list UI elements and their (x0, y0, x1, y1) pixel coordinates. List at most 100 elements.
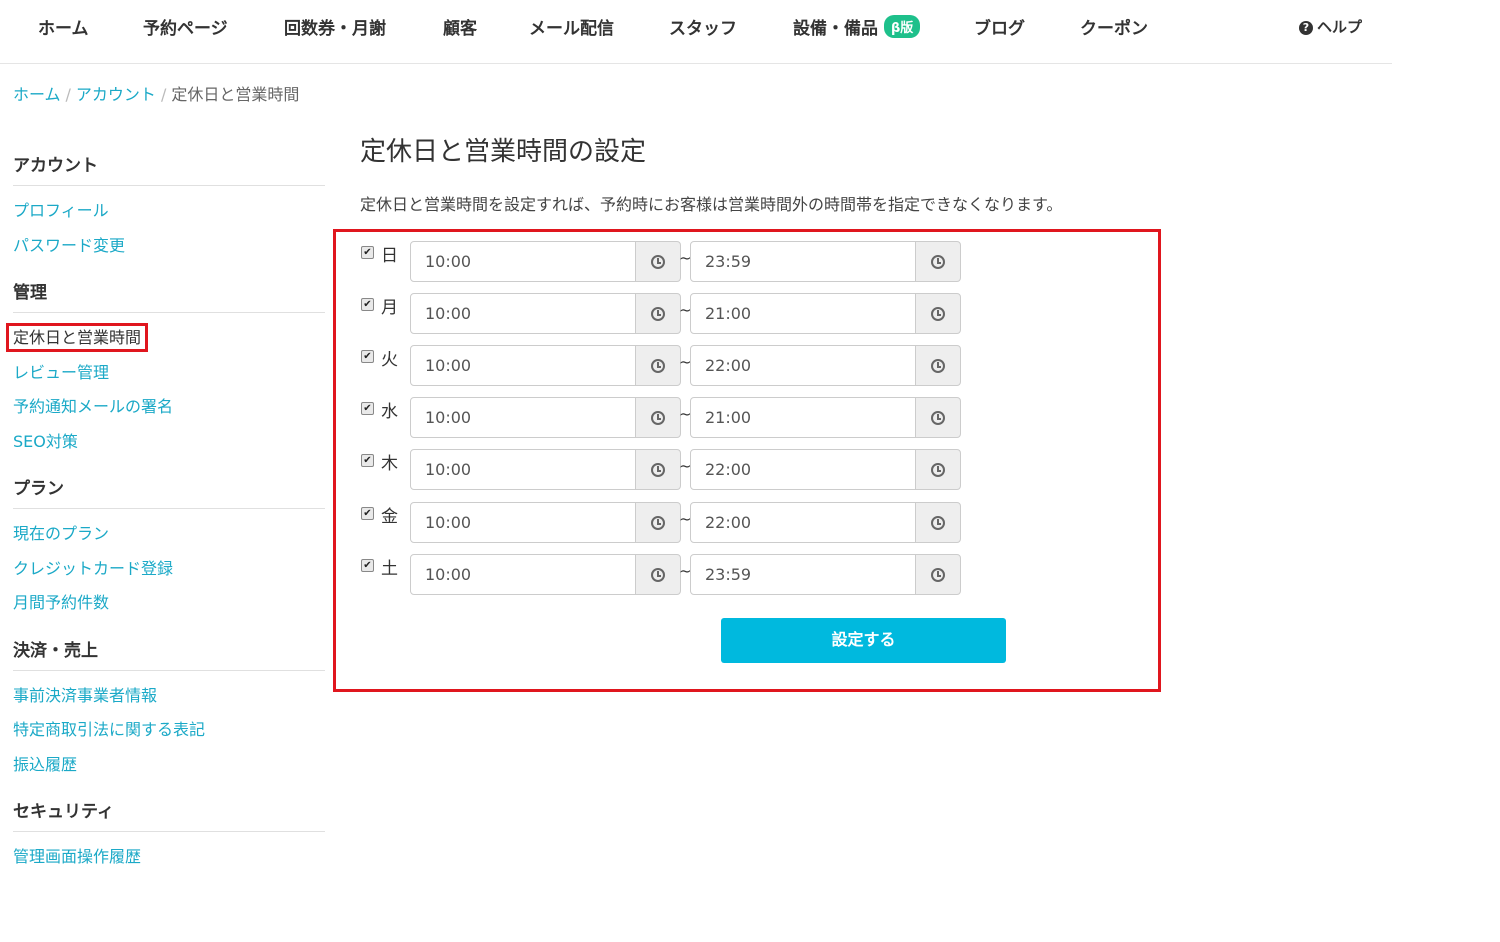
sidebar-item-operation-log[interactable]: 管理画面操作履歴 (13, 840, 325, 875)
start-time-input[interactable]: 10:00 (410, 345, 636, 386)
end-time-input[interactable]: 23:59 (690, 241, 916, 282)
help-link[interactable]: ? ヘルプ (1299, 16, 1362, 37)
sidebar-item-mail-signature[interactable]: 予約通知メールの署名 (13, 390, 325, 425)
day-checkbox[interactable]: ✔ (361, 402, 374, 415)
end-time-input[interactable]: 21:00 (690, 397, 916, 438)
end-time-picker-button[interactable] (915, 449, 961, 490)
end-time-picker-button[interactable] (915, 241, 961, 282)
page-description: 定休日と営業時間を設定すれば、予約時にお客様は営業時間外の時間帯を指定できなくな… (360, 195, 1063, 214)
day-checkbox[interactable]: ✔ (361, 298, 374, 311)
day-label: 水 (381, 402, 398, 422)
nav-equipment-label: 設備・備品 (793, 19, 878, 39)
nav-coupon[interactable]: クーポン (1080, 14, 1148, 39)
submit-button[interactable]: 設定する (721, 618, 1006, 663)
nav-blog[interactable]: ブログ (974, 14, 1025, 39)
breadcrumb: ホーム / アカウント / 定休日と営業時間 (13, 81, 299, 105)
start-time-input[interactable]: 10:00 (410, 449, 636, 490)
start-time-group: 10:00 (410, 345, 681, 386)
start-time-picker-button[interactable] (635, 502, 681, 543)
start-time-input[interactable]: 10:00 (410, 502, 636, 543)
sidebar-item-payment-provider[interactable]: 事前決済事業者情報 (13, 679, 325, 714)
day-checkbox[interactable]: ✔ (361, 454, 374, 467)
end-time-picker-button[interactable] (915, 397, 961, 438)
day-checkbox[interactable]: ✔ (361, 350, 374, 363)
day-row: ✔ 水 10:00 ~21:00 (361, 397, 961, 438)
start-time-input[interactable]: 10:00 (410, 554, 636, 595)
sidebar-item-password[interactable]: パスワード変更 (13, 229, 325, 264)
start-time-picker-button[interactable] (635, 241, 681, 282)
breadcrumb-home[interactable]: ホーム (13, 85, 61, 104)
end-time-group: 23:59 (690, 241, 961, 282)
question-icon: ? (1299, 21, 1313, 35)
nav-staff[interactable]: スタッフ (669, 14, 737, 39)
clock-icon (931, 463, 945, 477)
sidebar-item-business-hours-label: 定休日と営業時間 (5, 323, 149, 352)
end-time-picker-button[interactable] (915, 345, 961, 386)
sidebar-item-business-hours[interactable]: 定休日と営業時間 (5, 321, 325, 356)
nav-reservation-page[interactable]: 予約ページ (143, 14, 228, 39)
clock-icon (931, 411, 945, 425)
breadcrumb-current: 定休日と営業時間 (171, 85, 300, 104)
day-row: ✔ 土 10:00 ~23:59 (361, 554, 961, 595)
clock-icon (931, 516, 945, 530)
breadcrumb-account[interactable]: アカウント (76, 85, 156, 104)
start-time-input[interactable]: 10:00 (410, 397, 636, 438)
end-time-picker-button[interactable] (915, 554, 961, 595)
day-checkbox[interactable]: ✔ (361, 507, 374, 520)
sidebar-item-current-plan[interactable]: 現在のプラン (13, 517, 325, 552)
start-time-input[interactable]: 10:00 (410, 293, 636, 334)
business-hours-form: ✔ 日 10:00 ~23:59 ✔ 月 10:00 ~21:00 ✔ 火 10:00 ~22:00 ✔… (333, 229, 1161, 692)
help-label: ヘルプ (1317, 18, 1363, 36)
sidebar-section-security: セキュリティ (13, 786, 325, 832)
day-label: 土 (381, 559, 398, 579)
end-time-picker-button[interactable] (915, 502, 961, 543)
end-time-input[interactable]: 22:00 (690, 502, 916, 543)
end-time-input[interactable]: 22:00 (690, 449, 916, 490)
sidebar-item-commerce-law[interactable]: 特定商取引法に関する表記 (13, 713, 325, 748)
nav-equipment[interactable]: 設備・備品 β版 (793, 14, 921, 39)
clock-icon (651, 516, 665, 530)
day-row: ✔ 火 10:00 ~22:00 (361, 345, 961, 386)
sidebar-section-payments: 決済・売上 (13, 625, 325, 671)
nav-mail[interactable]: メール配信 (529, 14, 614, 39)
day-checkbox[interactable]: ✔ (361, 246, 374, 259)
sidebar-item-monthly-reservations[interactable]: 月間予約件数 (13, 586, 325, 621)
nav-home[interactable]: ホーム (38, 14, 89, 39)
sidebar-item-profile[interactable]: プロフィール (13, 194, 325, 229)
sidebar: アカウント プロフィール パスワード変更 管理 定休日と営業時間 レビュー管理 … (5, 140, 325, 879)
nav-tickets[interactable]: 回数券・月謝 (284, 14, 386, 39)
breadcrumb-separator: / (65, 85, 71, 104)
breadcrumb-separator: / (160, 85, 167, 104)
end-time-input[interactable]: 21:00 (690, 293, 916, 334)
start-time-group: 10:00 (410, 554, 681, 595)
sidebar-item-seo[interactable]: SEO対策 (13, 425, 325, 460)
end-time-input[interactable]: 22:00 (690, 345, 916, 386)
sidebar-item-reviews[interactable]: レビュー管理 (13, 356, 325, 391)
day-label: 日 (381, 246, 398, 266)
nav-customers[interactable]: 顧客 (443, 14, 477, 39)
start-time-input[interactable]: 10:00 (410, 241, 636, 282)
day-row: ✔ 月 10:00 ~21:00 (361, 293, 961, 334)
end-time-group: 21:00 (690, 397, 961, 438)
day-row: ✔ 金 10:00 ~22:00 (361, 502, 961, 543)
day-label: 木 (381, 454, 398, 474)
start-time-picker-button[interactable] (635, 293, 681, 334)
end-time-group: 22:00 (690, 345, 961, 386)
end-time-input[interactable]: 23:59 (690, 554, 916, 595)
start-time-group: 10:00 (410, 241, 681, 282)
start-time-picker-button[interactable] (635, 345, 681, 386)
top-navigation: ホーム 予約ページ 回数券・月謝 顧客 メール配信 スタッフ 設備・備品 β版 ブ… (0, 0, 1392, 64)
end-time-picker-button[interactable] (915, 293, 961, 334)
end-time-group: 21:00 (690, 293, 961, 334)
clock-icon (651, 307, 665, 321)
start-time-picker-button[interactable] (635, 397, 681, 438)
start-time-picker-button[interactable] (635, 554, 681, 595)
sidebar-item-transfer-history[interactable]: 振込履歴 (13, 748, 325, 783)
start-time-group: 10:00 (410, 293, 681, 334)
start-time-group: 10:00 (410, 449, 681, 490)
day-checkbox[interactable]: ✔ (361, 559, 374, 572)
start-time-picker-button[interactable] (635, 449, 681, 490)
clock-icon (651, 568, 665, 582)
clock-icon (651, 359, 665, 373)
sidebar-item-credit-card[interactable]: クレジットカード登録 (13, 552, 325, 587)
